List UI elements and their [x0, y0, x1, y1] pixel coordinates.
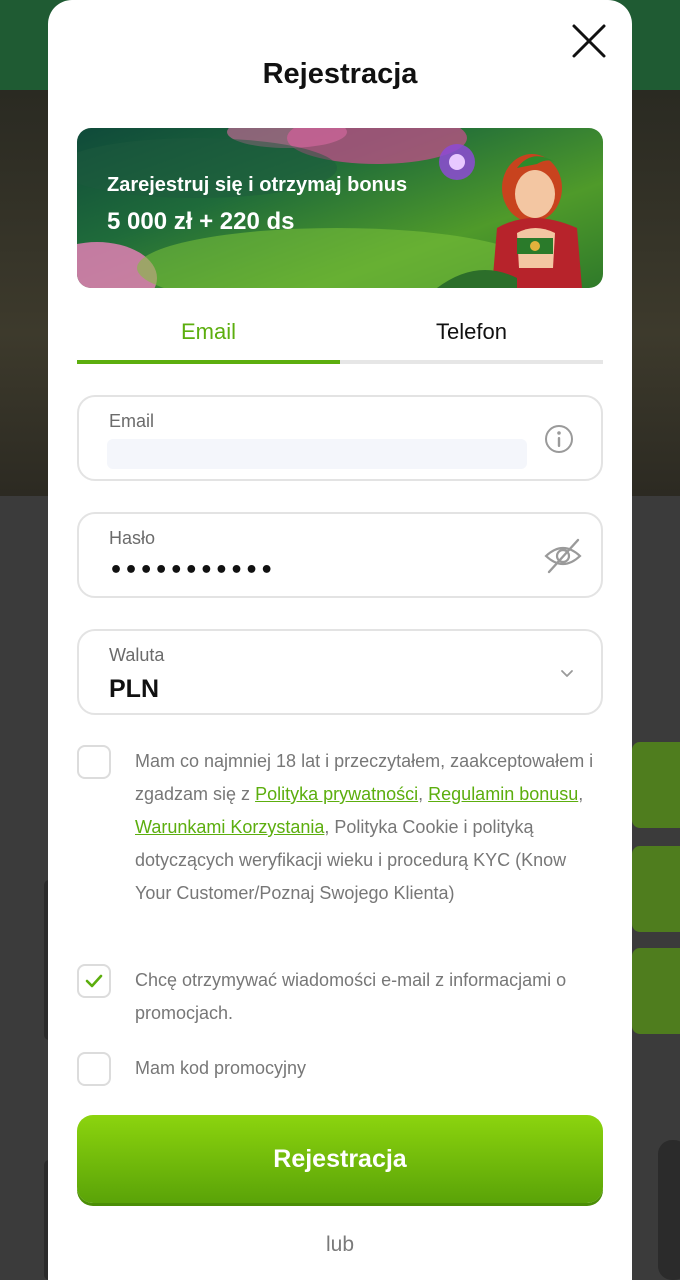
terms-separator: , [418, 784, 429, 804]
tab-email[interactable]: Email [77, 310, 340, 362]
background-tile [632, 742, 680, 828]
close-icon [572, 24, 606, 58]
newsletter-checkbox[interactable] [77, 964, 111, 998]
terms-separator: , [578, 784, 584, 804]
bonus-terms-link[interactable]: Regulamin bonusu [428, 784, 578, 804]
password-input[interactable]: ••••••••••• [109, 558, 275, 583]
password-field[interactable]: Hasło ••••••••••• [77, 512, 603, 598]
terms-of-use-link[interactable]: Warunkami Korzystania [135, 817, 324, 837]
promo-code-text: Mam kod promocyjny [135, 1058, 307, 1078]
tab-phone[interactable]: Telefon [340, 310, 603, 362]
promo-code-checkbox[interactable] [77, 1052, 111, 1086]
registration-method-tabs: Email Telefon [77, 310, 603, 366]
terms-text: Mam co najmniej 18 lat i przeczytałem, z… [135, 745, 605, 910]
newsletter-consent: Chcę otrzymywać wiadomości e-mail z info… [77, 964, 607, 1034]
banner-headline: Zarejestruj się i otrzymaj bonus [107, 174, 408, 196]
bonus-banner: Zarejestruj się i otrzymaj bonus 5 000 z… [77, 128, 603, 288]
currency-select[interactable]: Waluta PLN [77, 629, 603, 715]
email-input[interactable] [107, 439, 527, 469]
password-label: Hasło [109, 528, 156, 548]
newsletter-text: Chcę otrzymywać wiadomości e-mail z info… [135, 970, 567, 1023]
tab-active-indicator [77, 360, 340, 364]
banner-bonus-amount: 5 000 zł + 220 ds [107, 208, 295, 235]
eye-off-icon[interactable] [543, 536, 583, 576]
chevron-down-icon [561, 670, 573, 677]
email-label: Email [109, 411, 155, 431]
checkmark-icon [85, 974, 103, 988]
terms-checkbox[interactable] [77, 745, 111, 779]
background-tile [632, 948, 680, 1034]
privacy-policy-link[interactable]: Polityka prywatności [255, 784, 418, 804]
promo-code-consent: Mam kod promocyjny [77, 1052, 607, 1092]
currency-value: PLN [109, 675, 159, 703]
currency-label: Waluta [109, 645, 165, 665]
info-icon[interactable] [543, 423, 575, 455]
or-separator: lub [325, 1233, 355, 1256]
email-field[interactable]: Email [77, 395, 603, 481]
modal-title: Rejestracja [262, 58, 418, 90]
background-card [658, 1140, 680, 1280]
registration-modal: Rejestracja Zarejestruj się i otrzymaj b… [48, 0, 632, 1280]
close-button[interactable] [570, 22, 608, 60]
terms-consent: Mam co najmniej 18 lat i przeczytałem, z… [77, 745, 607, 945]
background-tile [632, 846, 680, 932]
register-button[interactable]: Rejestracja [77, 1115, 603, 1203]
